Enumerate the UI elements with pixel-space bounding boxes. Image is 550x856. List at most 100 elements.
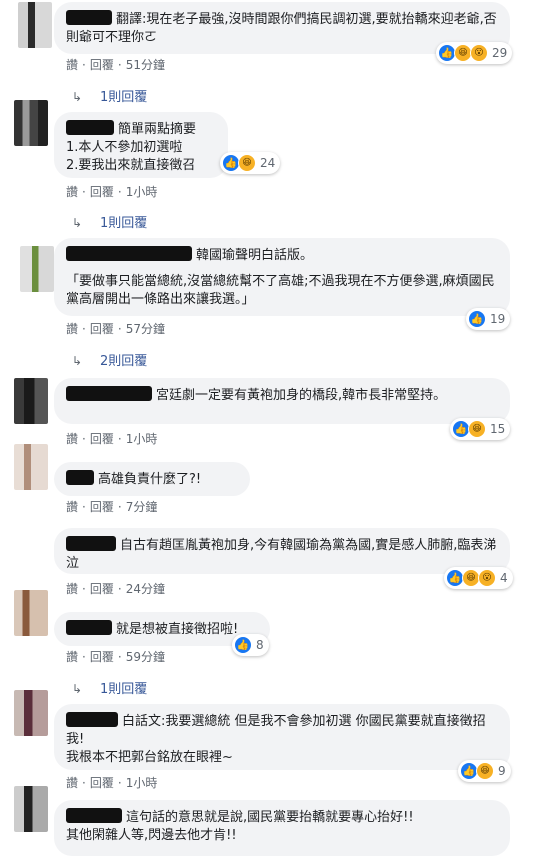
reply-link[interactable]: 回覆 — [90, 650, 114, 664]
reaction-summary[interactable]: 👍 😆 15 — [450, 418, 511, 440]
comment-bubble: 宮廷劇一定要有黃袍加身的橋段,韓市長非常堅持。 — [54, 378, 510, 424]
separator: · — [82, 650, 86, 664]
reaction-count: 15 — [490, 422, 506, 436]
reply-link[interactable]: 回覆 — [90, 322, 114, 336]
comment-bubble: 韓國瑜聲明白話版。 「要做事只能當總統,沒當總統幫不了高雄;不過我現在不方便參選… — [54, 238, 510, 316]
timestamp[interactable]: 24分鐘 — [126, 582, 165, 596]
comment-text-line: 簡單兩點摘要 — [118, 122, 197, 137]
view-replies-link[interactable]: ↳ 1則回覆 — [72, 86, 147, 105]
replies-label: 2則回覆 — [100, 354, 148, 369]
separator: · — [82, 500, 86, 514]
commenter-name[interactable] — [66, 120, 114, 135]
separator: · — [117, 58, 122, 72]
reply-arrow-icon: ↳ — [72, 90, 83, 104]
separator: · — [117, 650, 122, 664]
reaction-summary[interactable]: 👍 😆 24 — [220, 152, 281, 174]
comment-text: 白話文:我要選總統 但是我不會參加初選 你國民黨要就直接徵招我! — [66, 714, 486, 747]
reply-link[interactable]: 回覆 — [90, 582, 114, 596]
avatar[interactable] — [14, 444, 48, 490]
avatar[interactable] — [14, 100, 48, 146]
avatar[interactable] — [14, 690, 48, 736]
reply-link[interactable]: 回覆 — [90, 432, 114, 446]
like-icon: 👍 — [234, 636, 252, 654]
like-link[interactable]: 讚 — [66, 58, 78, 72]
reply-arrow-icon: ↳ — [72, 216, 83, 230]
comment-actions: 讚 · 回覆 · 24分鐘 — [66, 580, 169, 597]
commenter-name[interactable] — [66, 808, 122, 823]
like-link[interactable]: 讚 — [66, 432, 78, 446]
commenter-name[interactable] — [66, 386, 152, 401]
like-icon: 👍 — [468, 310, 486, 328]
haha-icon: 😆 — [468, 420, 486, 438]
separator: · — [117, 500, 122, 514]
like-link[interactable]: 讚 — [66, 322, 78, 336]
comment-actions: 讚 · 回覆 · 7分鐘 — [66, 498, 161, 515]
like-link[interactable]: 讚 — [66, 776, 78, 790]
reply-link[interactable]: 回覆 — [90, 776, 114, 790]
separator: · — [117, 776, 122, 790]
reply-link[interactable]: 回覆 — [90, 500, 114, 514]
commenter-name[interactable] — [66, 470, 94, 485]
avatar[interactable] — [14, 590, 48, 636]
separator: · — [82, 322, 86, 336]
comment-text: 高雄負責什麼了?! — [98, 472, 202, 487]
avatar[interactable] — [18, 2, 52, 48]
haha-icon: 😆 — [476, 762, 494, 780]
timestamp[interactable]: 59分鐘 — [126, 650, 165, 664]
commenter-name[interactable] — [66, 10, 112, 25]
comment-text-line: 我根本不把郭台銘放在眼裡~ — [66, 750, 233, 765]
view-replies-link[interactable]: ↳ 2則回覆 — [72, 350, 147, 369]
timestamp[interactable]: 7分鐘 — [126, 500, 158, 514]
wow-icon: 😮 — [470, 44, 488, 62]
comment-quote: 「要做事只能當總統,沒當總統幫不了高雄;不過我現在不方便參選,麻煩國民黨高層開出… — [66, 274, 495, 307]
replies-label: 1則回覆 — [100, 90, 148, 105]
timestamp[interactable]: 1小時 — [126, 185, 158, 199]
like-link[interactable]: 讚 — [66, 650, 78, 664]
comment-bubble: 高雄負責什麼了?! — [54, 462, 250, 496]
comment-actions: 讚 · 回覆 · 57分鐘 — [66, 320, 169, 337]
comment-text: 翻譯:現在老子最強,沒時間跟你們搞民調初選,要就抬轎來迎老爺,否則爺可不理你ㄛ — [66, 12, 497, 45]
avatar[interactable] — [14, 378, 48, 424]
reaction-count: 4 — [500, 571, 508, 585]
comment-text: 宮廷劇一定要有黃袍加身的橋段,韓市長非常堅持。 — [156, 388, 447, 403]
wow-icon: 😮 — [478, 569, 496, 587]
timestamp[interactable]: 1小時 — [126, 776, 158, 790]
separator: · — [82, 58, 86, 72]
like-link[interactable]: 讚 — [66, 500, 78, 514]
comment-actions: 讚 · 回覆 · 59分鐘 — [66, 648, 169, 665]
timestamp[interactable]: 57分鐘 — [126, 322, 165, 336]
comment-text-line: 其他閑雜人等,閃邊去他才肯!! — [66, 828, 237, 843]
reaction-summary[interactable]: 👍 😆 😮 29 — [436, 42, 513, 64]
comment-actions: 讚 · 回覆 · 51分鐘 — [66, 56, 169, 73]
view-replies-link[interactable]: ↳ 1則回覆 — [72, 678, 147, 697]
reply-link[interactable]: 回覆 — [90, 58, 114, 72]
commenter-name[interactable] — [66, 246, 192, 261]
separator: · — [117, 432, 122, 446]
separator: · — [117, 185, 122, 199]
comment-text: 韓國瑜聲明白話版。 — [196, 248, 314, 263]
commenter-name[interactable] — [66, 536, 116, 551]
like-link[interactable]: 讚 — [66, 185, 78, 199]
reaction-summary[interactable]: 👍 8 — [232, 634, 269, 656]
comment-actions: 讚 · 回覆 · 1小時 — [66, 774, 161, 791]
reaction-summary[interactable]: 👍 😆 9 — [458, 760, 511, 782]
comment-bubble: 自古有趙匡胤黃袍加身,今有韓國瑜為黨為國,實是感人肺腑,臨表涕泣 — [54, 528, 510, 574]
separator: · — [82, 776, 86, 790]
comment-bubble: 簡單兩點摘要 1.本人不參加初選啦 2.要我出來就直接徵召 — [54, 112, 228, 178]
commenter-name[interactable] — [66, 712, 118, 727]
reply-link[interactable]: 回覆 — [90, 185, 114, 199]
avatar[interactable] — [20, 246, 54, 292]
timestamp[interactable]: 1小時 — [126, 432, 158, 446]
commenter-name[interactable] — [66, 620, 112, 635]
timestamp[interactable]: 51分鐘 — [126, 58, 165, 72]
avatar[interactable] — [14, 786, 48, 832]
separator: · — [117, 322, 122, 336]
replies-label: 1則回覆 — [100, 216, 148, 231]
comment-text: 就是想被直接徵招啦! — [116, 622, 239, 637]
view-replies-link[interactable]: ↳ 1則回覆 — [72, 212, 147, 231]
haha-icon: 😆 — [238, 154, 256, 172]
comment-actions: 讚 · 回覆 · 1小時 — [66, 430, 161, 447]
reaction-summary[interactable]: 👍 19 — [466, 308, 511, 330]
like-link[interactable]: 讚 — [66, 582, 78, 596]
reaction-summary[interactable]: 👍 😆 😮 4 — [444, 567, 513, 589]
